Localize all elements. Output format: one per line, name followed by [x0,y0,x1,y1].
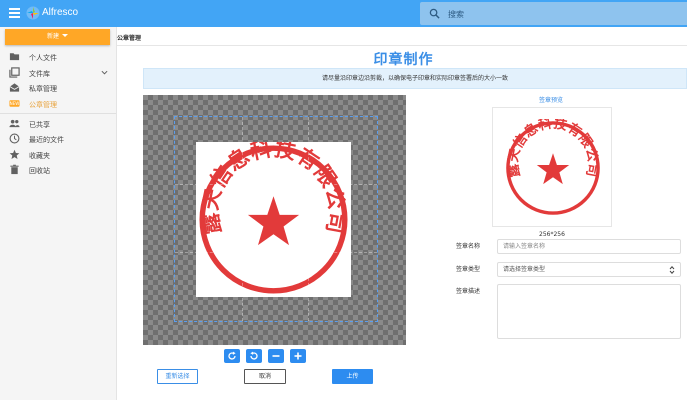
preview-label: 签章预览 [539,97,564,104]
sidebar-item-label: 最近的文件 [29,136,64,144]
zoom-in-button[interactable] [290,349,306,363]
rotate-right-button[interactable] [224,349,240,363]
preview-size: 256*256 [539,231,565,238]
crop-guide [175,251,377,253]
sidebar: 新建 个人文件 文件库 私章管理 NEW 公章管理 已共享 最近的文件 收藏夹 … [0,27,117,400]
reselect-button[interactable]: 重新选择 [157,369,198,384]
crop-guide [175,184,377,186]
star-icon [9,149,20,159]
seal-type-select[interactable]: 请选择签章类型 [497,262,681,277]
top-bar: Alfresco 搜索 [0,0,687,27]
upload-button[interactable]: 上传 [332,369,373,384]
cancel-button[interactable]: 取消 [244,369,286,384]
rotate-left-icon [250,351,258,360]
sidebar-item-label: 私章管理 [29,85,57,93]
sidebar-item-private-seals[interactable]: 私章管理 [0,80,116,95]
folder-icon [9,53,20,61]
new-button[interactable]: 新建 [5,29,110,45]
seal-type-placeholder: 请选择签章类型 [503,266,546,273]
app-brand: Alfresco [42,7,79,18]
clock-icon [9,133,20,144]
sidebar-item-label: 个人文件 [29,54,57,62]
caret-down-icon [62,34,68,37]
crop-notice: 请尽量沿印章边沿剪裁，以确保电子印章和实际印章签署后的大小一致 [143,68,687,89]
select-arrows-icon [669,266,675,274]
plus-icon [294,352,302,360]
description-label: 签章描述 [456,288,481,295]
inbox-icon [9,83,20,92]
zoom-out-button[interactable] [268,349,284,363]
svg-text:NEW: NEW [10,101,20,106]
new-button-label: 新建 [46,33,59,40]
sidebar-item-label: 收藏夹 [29,152,50,160]
sidebar-item-official-seals[interactable]: NEW 公章管理 [0,96,116,111]
people-icon [9,119,20,128]
sidebar-item-recent-files[interactable]: 最近的文件 [0,131,116,146]
menu-icon[interactable] [9,8,20,18]
page-title: 印章制作 [373,52,434,68]
search-placeholder: 搜索 [448,10,464,19]
sidebar-item-trash[interactable]: 回收站 [0,162,116,177]
image-cropper[interactable]: 露天信息科技有限公司 [143,95,406,345]
sidebar-item-label: 公章管理 [29,101,57,109]
search-icon [429,8,440,19]
crop-selection-box[interactable] [174,116,378,322]
breadcrumb: 公章管理 [117,28,687,46]
rotate-left-button[interactable] [246,349,262,363]
sidebar-item-label: 回收站 [29,167,50,175]
seal-name-input[interactable]: 请输入签章名称 [497,239,681,254]
seal-description-textarea[interactable] [497,284,681,339]
sidebar-item-shared[interactable]: 已共享 [0,116,116,131]
sidebar-item-favorites[interactable]: 收藏夹 [0,147,116,162]
breadcrumb-current: 公章管理 [117,35,142,42]
sidebar-divider [0,113,116,114]
alfresco-logo-icon [26,6,40,20]
type-label: 签章类型 [456,266,481,273]
sidebar-item-personal-files[interactable]: 个人文件 [0,49,116,64]
seal-preview: 露天信息科技有限公司 [492,107,612,227]
crop-guide [241,117,243,321]
sidebar-item-libraries[interactable]: 文件库 [0,65,116,80]
seal-preview-graphic: 露天信息科技有限公司 [505,119,600,215]
name-label: 签章名称 [456,243,481,250]
minus-icon [272,355,280,357]
chevron-down-icon[interactable] [101,69,108,76]
rotate-right-icon [228,351,236,360]
sidebar-item-label: 已共享 [29,121,50,129]
new-badge-icon: NEW [9,100,20,107]
library-icon [9,67,20,78]
trash-icon [10,164,19,175]
search-input[interactable]: 搜索 [420,2,687,25]
sidebar-item-label: 文件库 [29,70,50,78]
crop-guide [308,117,310,321]
